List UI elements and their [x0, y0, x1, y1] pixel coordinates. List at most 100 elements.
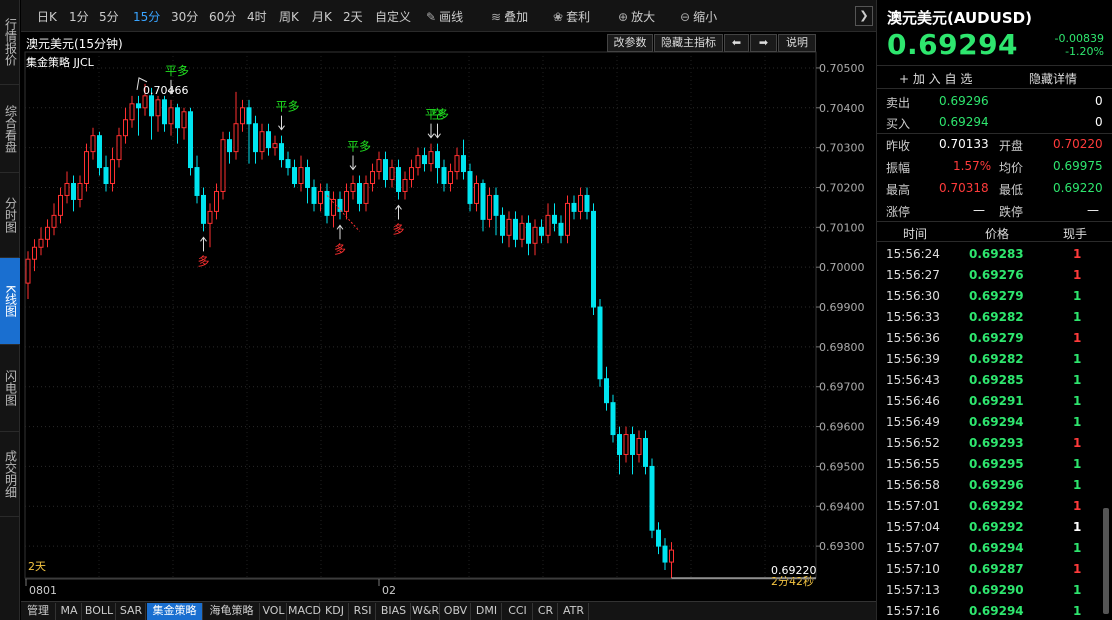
tick-row: 15:56:39 0.69282 1 — [877, 348, 1112, 369]
tick-price: 0.69294 — [969, 604, 1024, 618]
signal-label: 平多 — [347, 140, 371, 154]
prev-close: 0.70133 — [939, 137, 989, 151]
tick-price: 0.69290 — [969, 583, 1024, 597]
plot-frame — [24, 51, 817, 579]
chart-header-button-2[interactable]: ⬅ — [724, 34, 749, 52]
candle-body — [142, 95, 148, 109]
candle-body — [259, 131, 265, 153]
tick-price: 0.69287 — [969, 562, 1024, 576]
candle-body — [246, 107, 252, 125]
candle-body — [363, 183, 369, 204]
indicator-tab-2[interactable]: BOLL — [83, 603, 116, 620]
nav-item-4[interactable]: 闪电图 — [0, 345, 20, 432]
tick-scrollbar[interactable] — [1103, 508, 1109, 614]
chart-title: 澳元美元(15分钟) — [26, 37, 123, 51]
candle-body — [292, 167, 297, 185]
tick-time: 15:56:24 — [886, 247, 940, 261]
tick-price: 0.69282 — [969, 352, 1024, 366]
candle-body — [597, 306, 603, 380]
tick-row: 15:56:55 0.69295 1 — [877, 453, 1112, 474]
candle-body — [331, 198, 336, 216]
indicator-tab-13[interactable]: DMI — [472, 603, 502, 620]
indicator-tab-14[interactable]: CCI — [503, 603, 533, 620]
indicator-tab-12[interactable]: OBV — [441, 603, 471, 620]
tick-price: 0.69282 — [969, 310, 1024, 324]
tick-time: 15:57:10 — [886, 562, 940, 576]
limit-down: — — [1087, 203, 1099, 217]
tick-time: 15:56:39 — [886, 352, 940, 366]
hide-detail-button[interactable]: 隐藏详情 — [1029, 70, 1077, 87]
high-value-label: 0.70466 — [143, 84, 189, 97]
chart-header-button-1[interactable]: 隐藏主指标 — [654, 34, 723, 52]
x-tick-label: 02 — [382, 584, 396, 597]
signal-label: 空 — [432, 108, 444, 122]
nav-item-5[interactable]: 成交明细 — [0, 432, 20, 517]
buy-qty: 0 — [1095, 115, 1103, 129]
y-tick-label: 0.70100 — [819, 221, 865, 234]
tick-price: 0.69283 — [969, 247, 1024, 261]
tick-row: 15:56:36 0.69279 1 — [877, 327, 1112, 348]
candle-body — [240, 107, 245, 125]
open-price: 0.70220 — [1053, 137, 1103, 151]
indicator-tab-3[interactable]: SAR — [117, 603, 146, 620]
candle-body — [344, 190, 349, 212]
nav-item-3[interactable]: K线图 — [0, 258, 20, 345]
tick-time: 15:57:04 — [886, 520, 940, 534]
sell-price: 0.69296 — [939, 94, 989, 108]
indicator-tab-0[interactable]: 管理 — [21, 603, 56, 620]
candle-body — [487, 194, 492, 220]
y-tick-label: 0.69800 — [819, 341, 865, 354]
tick-time: 15:56:33 — [886, 310, 940, 324]
tick-price: 0.69296 — [969, 478, 1024, 492]
tick-price: 0.69276 — [969, 268, 1024, 282]
indicator-tab-8[interactable]: KDJ — [321, 603, 349, 620]
indicator-tab-5[interactable]: 海龟策略 — [204, 603, 260, 620]
candle-body — [266, 131, 271, 149]
candle-body — [422, 155, 427, 165]
candle-body — [435, 151, 440, 169]
chart-header-button-0[interactable]: 改参数 — [607, 34, 653, 52]
chart-header-button-4[interactable]: 说明 — [778, 34, 816, 52]
candle-body — [214, 190, 219, 212]
indicator-tab-10[interactable]: BIAS — [377, 603, 411, 620]
candle-body — [383, 159, 388, 181]
candle-body — [370, 171, 375, 185]
indicator-tab-1[interactable]: MA — [57, 603, 82, 620]
candle-body — [376, 159, 382, 173]
tick-price: 0.69292 — [969, 499, 1024, 513]
chart-header-button-3[interactable]: ➡ — [750, 34, 777, 52]
tick-volume: 1 — [1073, 394, 1082, 408]
high-price: 0.70318 — [939, 181, 989, 195]
indicator-tab-11[interactable]: W&R — [412, 603, 440, 620]
nav-item-1[interactable]: 综合看盘 — [0, 85, 20, 173]
candle-body — [64, 183, 70, 196]
indicator-tab-6[interactable]: VOL — [261, 603, 287, 620]
candle-body — [402, 179, 408, 192]
candle-body — [558, 222, 564, 236]
candle-body — [461, 155, 466, 173]
tick-volume: 1 — [1073, 247, 1082, 261]
tick-volume: 1 — [1073, 541, 1082, 555]
avg-price: 0.69975 — [1053, 159, 1103, 173]
tick-time: 15:57:01 — [886, 499, 940, 513]
indicator-tab-16[interactable]: ATR — [559, 603, 589, 620]
nav-item-0[interactable]: 行情报价 — [0, 0, 20, 85]
indicator-tab-7[interactable]: MACD — [288, 603, 321, 620]
candle-body — [207, 210, 213, 224]
candle-body — [201, 194, 206, 224]
nav-item-2[interactable]: 分时图 — [0, 173, 20, 258]
indicator-tab-4[interactable]: 集金策略 — [147, 603, 203, 620]
tick-row: 15:56:27 0.69276 1 — [877, 264, 1112, 285]
candle-body — [188, 111, 193, 169]
add-watchlist-button[interactable]: + 加 入 自 选 — [899, 70, 972, 87]
tick-volume: 1 — [1073, 415, 1082, 429]
candle-body — [415, 155, 421, 169]
kline-chart[interactable]: 0.70500 0.70400 0.70300 0.70200 0.70100 0.700… — [21, 0, 876, 601]
tick-volume: 1 — [1073, 457, 1082, 471]
candle-body — [168, 107, 174, 125]
indicator-tab-9[interactable]: RSI — [350, 603, 376, 620]
indicator-tab-15[interactable]: CR — [534, 603, 558, 620]
price-change-pct: -1.20% — [1065, 45, 1104, 58]
sell-row: 卖出 0.69296 0 — [886, 94, 1103, 110]
candle-body — [552, 214, 557, 224]
